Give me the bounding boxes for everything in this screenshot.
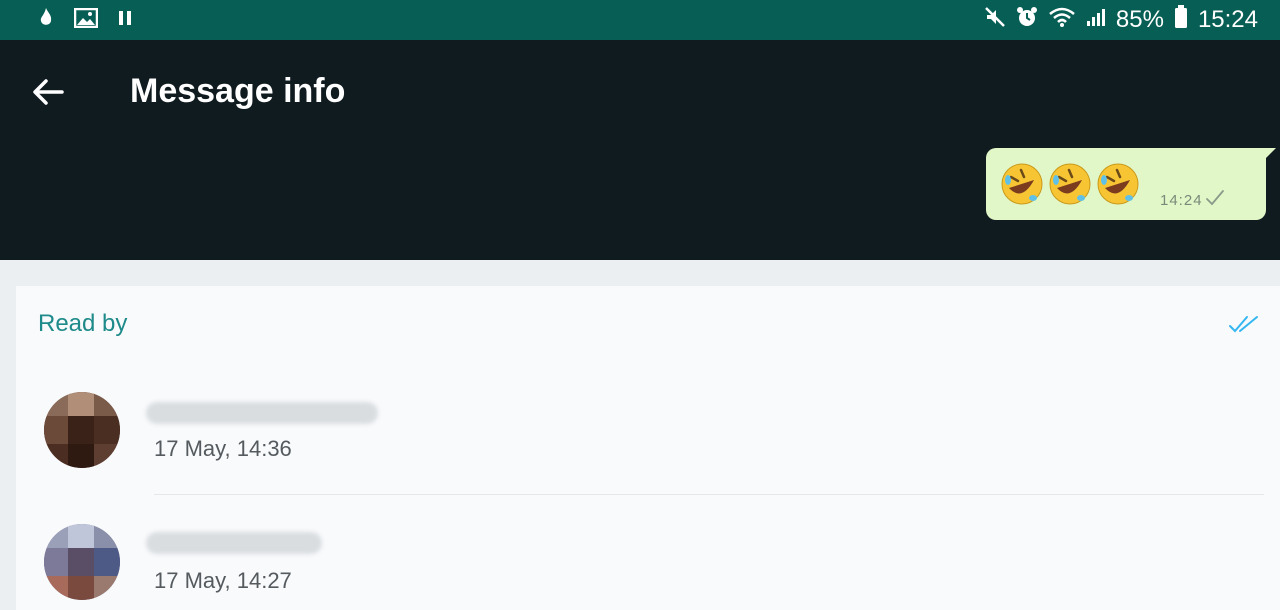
rolling-on-floor-laughing-emoji [1096,162,1140,206]
signal-icon [1086,6,1106,34]
message-bubble[interactable]: 14:24 [986,148,1276,220]
read-time: 17 May, 14:36 [154,436,292,461]
flame-notification-icon [38,7,54,34]
rolling-on-floor-laughing-emoji [1000,162,1044,206]
status-bar-left [38,6,132,34]
back-button[interactable] [28,72,68,112]
page-title: Message info [130,72,346,110]
read-time: 17 May, 14:27 [154,568,292,593]
contact-row[interactable]: 17 May, 14:36 [16,374,1280,484]
single-check-icon [1204,188,1226,208]
avatar[interactable] [42,390,122,470]
arrow-left-icon [28,79,68,116]
mute-icon [984,6,1006,35]
wifi-icon [1048,6,1076,35]
message-time: 14:24 [1160,192,1203,209]
battery-percent: 85% [1115,6,1164,33]
read-by-label: Read by [38,310,128,337]
battery-icon [1174,4,1188,36]
alarm-icon [1016,6,1038,35]
contact-row[interactable]: 17 May, 14:27 [16,508,1280,610]
gallery-icon [73,7,99,33]
divider [154,494,1264,495]
status-clock: 15:24 [1197,6,1258,33]
rolling-on-floor-laughing-emoji [1048,162,1092,206]
status-bar-right: 85% 15:24 [984,4,1258,36]
contact-name-redacted [146,532,322,554]
pause-icon [118,10,132,31]
double-check-icon [1228,314,1260,334]
status-bar: 85% 15:24 [0,0,1280,40]
contact-name-redacted [146,402,378,424]
avatar[interactable] [42,522,122,602]
bubble-tail [1262,148,1276,162]
read-by-card: Read by 17 May, 14:36 17 May, 14:27 [16,286,1280,610]
